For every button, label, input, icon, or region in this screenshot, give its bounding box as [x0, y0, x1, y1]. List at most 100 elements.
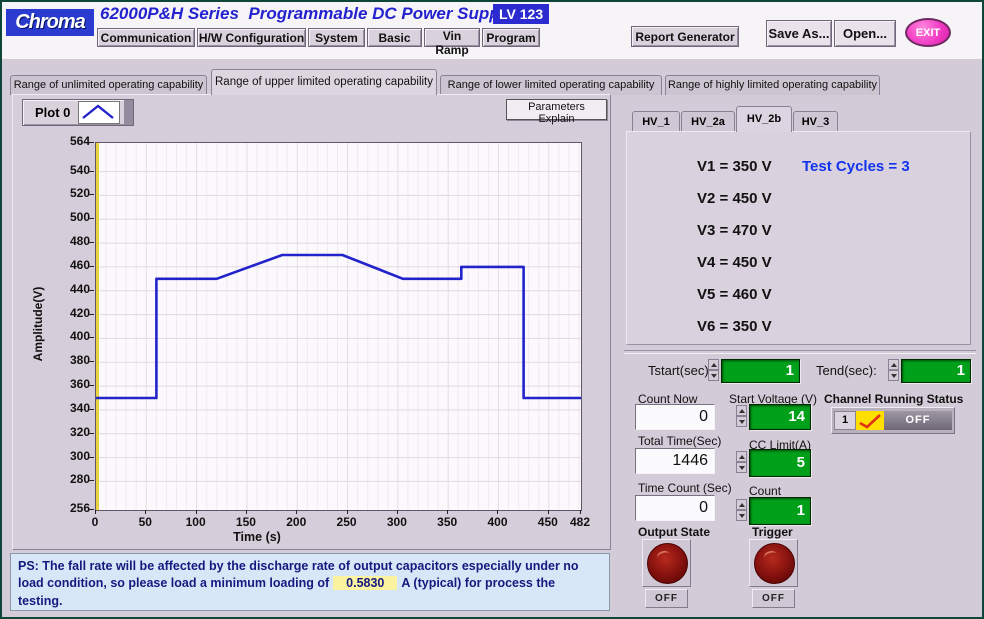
y-tick-mark [89, 314, 94, 315]
x-tick-label: 250 [327, 515, 367, 529]
x-tick-mark [196, 510, 197, 514]
y-tick-label: 440 [42, 282, 90, 296]
menu-vin-ramp[interactable]: Vin Ramp [424, 28, 480, 47]
start-voltage-spinner[interactable] [736, 405, 747, 427]
tab-hv-2b[interactable]: HV_2b [736, 106, 792, 132]
y-tick-label: 500 [42, 210, 90, 224]
x-tick-mark [497, 510, 498, 514]
output-state-value: OFF [645, 589, 688, 608]
count-field[interactable]: 1 [749, 497, 811, 525]
x-tick-mark [95, 510, 96, 514]
y-tick-mark [89, 218, 94, 219]
y-tick-label: 480 [42, 234, 90, 248]
tab-hv-3[interactable]: HV_3 [793, 111, 838, 132]
x-tick-mark [580, 510, 581, 514]
plot-svg[interactable] [95, 142, 582, 511]
output-state-label: Output State [638, 525, 710, 539]
menu-hw-configuration[interactable]: H/W Configuration [197, 28, 306, 47]
output-state-button[interactable] [642, 539, 691, 587]
x-tick-mark [246, 510, 247, 514]
y-tick-label: 420 [42, 306, 90, 320]
ps-note: PS: The fall rate will be affected by th… [10, 553, 610, 611]
app-title: 62000P&H Series Programmable DC Power Su… [100, 4, 514, 24]
channel-number-cell: 1 [834, 411, 856, 430]
x-tick-label: 50 [125, 515, 165, 529]
voltage-v1: V1 = 350 V [697, 158, 772, 175]
trigger-button[interactable] [749, 539, 798, 587]
tab-range-lower-limited[interactable]: Range of lower limited operating capabil… [440, 75, 662, 95]
menu-communication[interactable]: Communication [97, 28, 195, 47]
x-tick-label: 482 [560, 515, 600, 529]
trigger-label: Trigger [752, 525, 793, 539]
app-window: Chroma 62000P&H Series Programmable DC P… [0, 0, 984, 619]
channel-running-status-label: Channel Running Status [824, 392, 963, 406]
exit-button[interactable]: EXIT [905, 18, 951, 47]
report-generator-button[interactable]: Report Generator [631, 26, 739, 47]
y-tick-mark [89, 337, 94, 338]
count-spinner[interactable] [736, 499, 747, 521]
y-tick-label: 520 [42, 186, 90, 200]
x-tick-label: 400 [477, 515, 517, 529]
x-axis-label: Time (s) [207, 530, 307, 544]
x-tick-label: 300 [377, 515, 417, 529]
channel-check-cell[interactable] [856, 411, 884, 430]
y-tick-mark [89, 509, 94, 510]
open-button[interactable]: Open... [834, 20, 896, 47]
y-tick-mark [89, 457, 94, 458]
x-tick-label: 0 [75, 515, 115, 529]
voltage-v3: V3 = 470 V [697, 222, 772, 239]
tab-range-unlimited[interactable]: Range of unlimited operating capability [10, 75, 207, 95]
divider [624, 350, 976, 354]
tend-label: Tend(sec): [816, 363, 877, 378]
y-tick-mark [89, 433, 94, 434]
trigger-value: OFF [752, 589, 795, 608]
cc-limit-spinner[interactable] [736, 451, 747, 473]
menu-basic[interactable]: Basic [367, 28, 422, 47]
tend-spinner[interactable] [888, 359, 899, 381]
y-tick-label: 320 [42, 425, 90, 439]
tab-hv-2a[interactable]: HV_2a [681, 111, 735, 132]
output-state-led [647, 543, 688, 584]
plot-legend[interactable]: Plot 0 [22, 99, 134, 126]
y-tick-label: 340 [42, 401, 90, 415]
plot-legend-label: Plot 0 [35, 105, 70, 120]
lv-badge: LV 123 [493, 4, 549, 24]
total-time-label: Total Time(Sec) [638, 434, 721, 448]
tstart-label: Tstart(sec): [648, 363, 712, 378]
voltage-v4: V4 = 450 V [697, 254, 772, 271]
tab-range-upper-limited[interactable]: Range of upper limited operating capabil… [211, 69, 437, 95]
y-tick-label: 360 [42, 377, 90, 391]
voltage-v5: V5 = 460 V [697, 286, 772, 303]
start-voltage-field[interactable]: 14 [749, 404, 811, 430]
y-tick-mark [89, 480, 94, 481]
y-tick-mark [89, 290, 94, 291]
tab-range-highly-limited[interactable]: Range of highly limited operating capabi… [665, 75, 880, 95]
parameters-explain-button[interactable]: Parameters Explain [506, 99, 607, 120]
y-tick-mark [89, 171, 94, 172]
x-tick-label: 200 [276, 515, 316, 529]
count-now-field: 0 [635, 404, 715, 430]
count-label: Count [749, 484, 781, 498]
cc-limit-field[interactable]: 5 [749, 449, 811, 477]
time-count-field: 0 [635, 495, 715, 521]
y-tick-label: 380 [42, 353, 90, 367]
tab-hv-1[interactable]: HV_1 [632, 111, 680, 132]
tstart-field[interactable]: 1 [721, 359, 800, 383]
note-highlight-value: 0.5830 [333, 576, 397, 590]
check-icon [857, 412, 883, 430]
voltage-v2: V2 = 450 V [697, 190, 772, 207]
save-as-button[interactable]: Save As... [766, 20, 832, 47]
tend-field[interactable]: 1 [901, 359, 971, 383]
x-tick-mark [347, 510, 348, 514]
channel-running-status-control[interactable]: 1 OFF [831, 407, 955, 434]
x-tick-label: 350 [427, 515, 467, 529]
x-tick-mark [447, 510, 448, 514]
y-tick-mark [89, 142, 94, 143]
tstart-spinner[interactable] [708, 359, 719, 381]
trigger-led [754, 543, 795, 584]
y-tick-label: 540 [42, 163, 90, 177]
x-tick-mark [548, 510, 549, 514]
y-tick-label: 564 [42, 134, 90, 148]
menu-program[interactable]: Program [482, 28, 540, 47]
menu-system[interactable]: System [308, 28, 365, 47]
